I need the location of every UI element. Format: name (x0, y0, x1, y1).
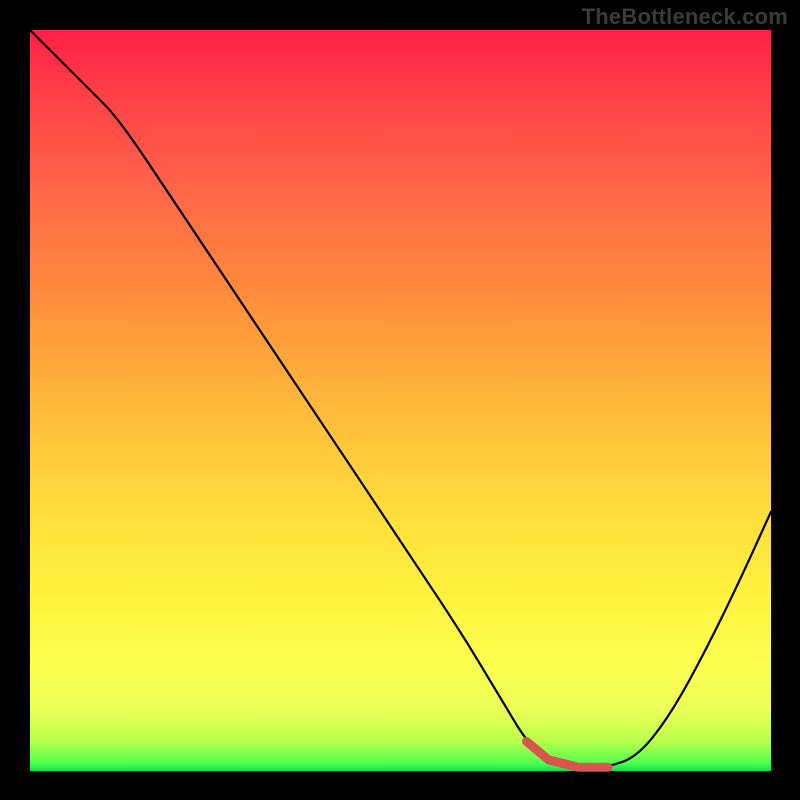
watermark-text: TheBottleneck.com (582, 4, 788, 30)
chart-frame: TheBottleneck.com (0, 0, 800, 800)
optimal-range-segment (527, 741, 609, 767)
chart-plot-area (30, 30, 771, 771)
bottleneck-curve (30, 30, 771, 767)
chart-svg (30, 30, 771, 771)
